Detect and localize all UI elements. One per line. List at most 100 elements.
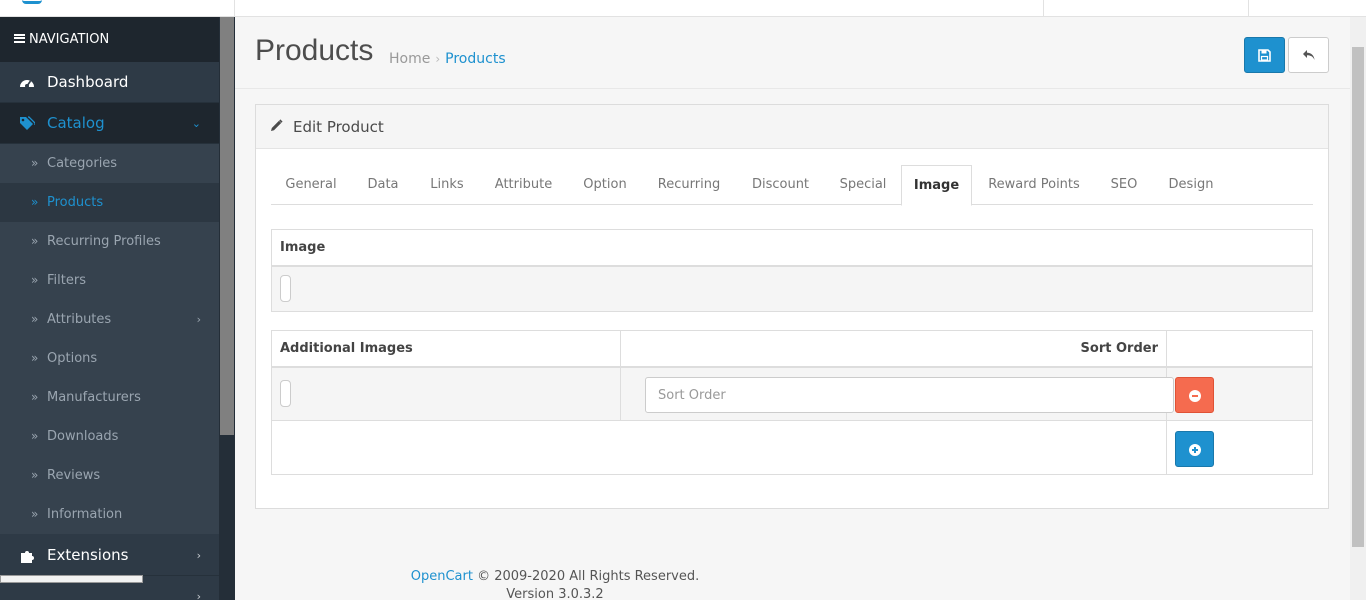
image-column-header: Image xyxy=(280,240,326,255)
logo[interactable] xyxy=(22,0,42,4)
sidebar-item-filters[interactable]: » Filters xyxy=(0,261,219,300)
column-divider xyxy=(620,368,621,420)
status-tooltip xyxy=(0,575,143,583)
sort-order-column-header: Sort Order xyxy=(1080,341,1158,356)
tab-bar: General Data Links Attribute Option Recu… xyxy=(271,165,1313,206)
row-divider xyxy=(272,420,1312,421)
sidebar-item-label: Categories xyxy=(47,156,118,171)
sidebar-item-information[interactable]: » Information xyxy=(0,495,219,534)
sidebar-item-extensions[interactable]: Extensions › xyxy=(0,535,219,576)
chevron-down-icon: ⌄ xyxy=(191,117,201,130)
sidebar-item-label: Products xyxy=(47,195,104,210)
edit-product-panel: Edit Product General Data Links Attribut… xyxy=(255,104,1329,509)
tab-recurring[interactable]: Recurring xyxy=(642,165,736,205)
sidebar-item-label: Filters xyxy=(47,273,86,288)
sidebar: NAVIGATION Dashboard Catalog ⌄ » Categor… xyxy=(0,17,235,600)
add-image-button[interactable] xyxy=(1175,431,1214,467)
image-table: Image xyxy=(271,229,1313,312)
sidebar-item-reviews[interactable]: » Reviews xyxy=(0,456,219,495)
tab-data[interactable]: Data xyxy=(351,165,415,205)
tab-design[interactable]: Design xyxy=(1152,165,1230,205)
top-header xyxy=(0,0,1366,17)
table-row xyxy=(272,267,1312,311)
tab-discount[interactable]: Discount xyxy=(736,165,825,205)
double-angle-icon: » xyxy=(31,273,39,287)
double-angle-icon: » xyxy=(31,195,39,209)
page-scrollbar-thumb[interactable] xyxy=(1352,47,1364,547)
bars-icon xyxy=(14,33,25,43)
sidebar-item-products[interactable]: » Products xyxy=(0,183,219,222)
header-divider xyxy=(1248,0,1249,17)
plus-circle-icon xyxy=(1189,444,1201,456)
tags-icon xyxy=(20,116,35,130)
copyright-text: © 2009-2020 All Rights Reserved. xyxy=(477,569,700,584)
sidebar-scrollbar[interactable] xyxy=(219,17,235,600)
tab-seo[interactable]: SEO xyxy=(1096,165,1152,205)
sort-order-input[interactable] xyxy=(645,377,1174,413)
save-icon xyxy=(1258,49,1271,62)
sidebar-item-manufacturers[interactable]: » Manufacturers xyxy=(0,378,219,417)
double-angle-icon: » xyxy=(31,351,39,365)
breadcrumb-home-link[interactable]: Home xyxy=(389,51,430,67)
remove-image-button[interactable] xyxy=(1175,377,1214,413)
product-image-thumbnail[interactable] xyxy=(280,275,291,302)
sidebar-item-attributes[interactable]: » Attributes › xyxy=(0,300,219,339)
navigation-header[interactable]: NAVIGATION xyxy=(0,17,219,62)
page-title: Products xyxy=(255,34,374,67)
sidebar-item-label: Manufacturers xyxy=(47,390,141,405)
sidebar-item-label: Extensions xyxy=(47,546,129,564)
pencil-icon xyxy=(271,119,283,131)
chevron-right-icon: › xyxy=(196,549,201,562)
opencart-link[interactable]: OpenCart xyxy=(411,569,473,584)
tab-image[interactable]: Image xyxy=(901,165,972,206)
tab-option[interactable]: Option xyxy=(568,165,642,205)
tab-reward-points[interactable]: Reward Points xyxy=(972,165,1096,205)
additional-image-thumbnail[interactable] xyxy=(280,380,291,407)
tab-general[interactable]: General xyxy=(271,165,351,205)
breadcrumb-products-link[interactable]: Products xyxy=(445,51,505,67)
sidebar-item-label: Recurring Profiles xyxy=(47,234,161,249)
sidebar-scrollbar-thumb[interactable] xyxy=(220,17,234,435)
double-angle-icon: » xyxy=(31,156,39,170)
puzzle-icon xyxy=(21,551,34,563)
save-button[interactable] xyxy=(1244,37,1285,73)
chevron-right-icon: › xyxy=(196,590,201,600)
double-angle-icon: » xyxy=(31,468,39,482)
chevron-right-icon: › xyxy=(196,313,201,326)
sidebar-item-label: Dashboard xyxy=(47,73,129,91)
sidebar-item-downloads[interactable]: » Downloads xyxy=(0,417,219,456)
navigation-label: NAVIGATION xyxy=(29,32,110,47)
reply-icon xyxy=(1303,50,1315,60)
panel-heading: Edit Product xyxy=(256,105,1328,149)
footer: OpenCart © 2009-2020 All Rights Reserved… xyxy=(235,568,875,600)
version-text: Version 3.0.3.2 xyxy=(506,587,604,600)
tab-links[interactable]: Links xyxy=(415,165,479,205)
breadcrumb: Home › Products xyxy=(389,51,506,67)
tab-attribute[interactable]: Attribute xyxy=(479,165,568,205)
double-angle-icon: » xyxy=(31,390,39,404)
additional-images-column-header: Additional Images xyxy=(280,341,413,356)
header-divider xyxy=(1043,0,1044,17)
header-divider xyxy=(235,88,1350,89)
minus-circle-icon xyxy=(1189,390,1201,402)
sidebar-item-recurring-profiles[interactable]: » Recurring Profiles xyxy=(0,222,219,261)
sidebar-item-categories[interactable]: » Categories xyxy=(0,144,219,183)
sidebar-item-label: Information xyxy=(47,507,123,522)
double-angle-icon: » xyxy=(31,429,39,443)
sidebar-item-options[interactable]: » Options xyxy=(0,339,219,378)
dashboard-icon xyxy=(20,80,34,88)
tab-special[interactable]: Special xyxy=(825,165,901,205)
back-button[interactable] xyxy=(1288,37,1329,73)
panel-title: Edit Product xyxy=(293,118,384,136)
double-angle-icon: » xyxy=(31,234,39,248)
header-divider xyxy=(234,0,235,17)
footer-copyright-line: OpenCart © 2009-2020 All Rights Reserved… xyxy=(235,568,875,586)
sidebar-item-catalog[interactable]: Catalog ⌄ xyxy=(0,103,219,144)
sidebar-item-label: Downloads xyxy=(47,429,119,444)
sidebar-item-label: Catalog xyxy=(47,114,105,132)
sidebar-item-dashboard[interactable]: Dashboard xyxy=(0,62,219,103)
double-angle-icon: » xyxy=(31,312,39,326)
additional-images-table: Additional Images Sort Order xyxy=(271,330,1313,475)
page-scrollbar[interactable] xyxy=(1350,17,1366,600)
double-angle-icon: » xyxy=(31,507,39,521)
